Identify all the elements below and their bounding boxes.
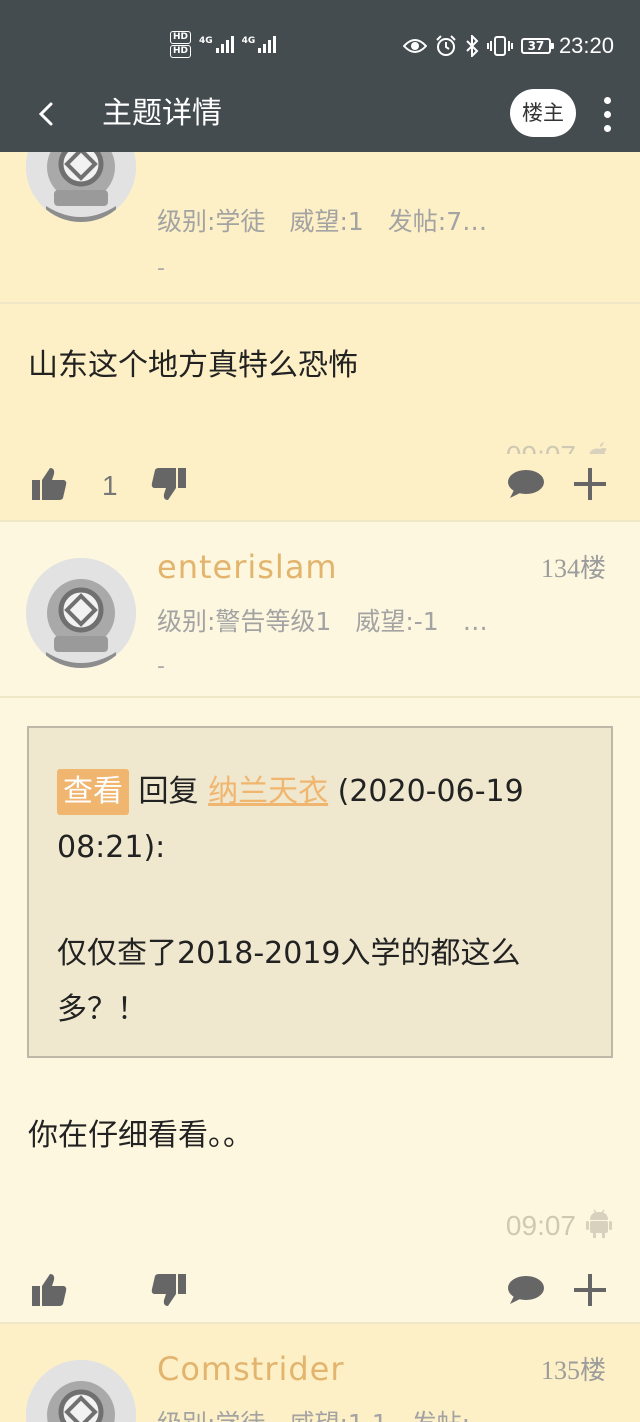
signal-icon-sim2: 4G	[241, 35, 277, 53]
post-actions: 1	[0, 454, 640, 520]
post-item: Comstrider 135楼 级别:学徒 威望:1.1 发帖:…	[0, 1322, 640, 1422]
meta-post-count: 发帖:…	[412, 1409, 495, 1422]
network-type-1: 4G	[199, 35, 213, 46]
author-name[interactable]: enterislam	[157, 548, 338, 586]
divider	[0, 520, 640, 522]
more-dot-icon	[603, 110, 611, 118]
reply-user-link[interactable]: 纳兰天衣	[208, 774, 328, 809]
avatar[interactable]	[26, 152, 136, 222]
post-body: 山东这个地方真特么恐怖	[28, 348, 358, 383]
quoted-text: 仅仅查了2018-2019入学的都这么多？！	[57, 936, 521, 1027]
divider	[0, 1322, 640, 1324]
divider	[0, 302, 640, 304]
user-meta: 级别:学徒 威望:1.1 发帖:…	[157, 1404, 495, 1422]
op-only-button[interactable]: 楼主	[510, 89, 576, 137]
hd-badge-sim1: HD	[170, 30, 192, 44]
user-meta: 级别:警告等级1 威望:-1 …	[157, 602, 488, 638]
add-button[interactable]	[572, 466, 608, 506]
divider	[0, 696, 640, 698]
comment-bubble-icon	[508, 1276, 544, 1304]
view-quote-button[interactable]: 查看	[57, 769, 129, 815]
more-dot-icon	[603, 96, 611, 104]
thumbs-up-icon	[32, 1274, 67, 1306]
post-time: 09:07	[505, 1210, 576, 1241]
post-body: 你在仔细看看。。	[28, 1118, 253, 1153]
comment-button[interactable]	[506, 468, 546, 504]
plus-icon	[574, 1274, 606, 1306]
floor-number: 134楼	[540, 554, 606, 583]
meta-level: 级别:学徒	[157, 207, 266, 236]
signal-icon-sim1: 4G	[199, 35, 234, 53]
user-meta: 级别:学徒 威望:1 发帖:7…	[157, 202, 487, 238]
alarm-icon	[435, 35, 457, 57]
status-bar: HD HD 4G 4G 37 23:20	[0, 0, 640, 76]
hd-badges: HD HD	[170, 30, 192, 58]
like-button[interactable]	[30, 466, 68, 506]
meta-level: 级别:警告等级1	[157, 607, 332, 636]
dislike-button[interactable]	[150, 466, 188, 506]
quote-header: 查看 回复 纳兰天衣 (2020-06-19 08:21):	[57, 764, 597, 876]
chevron-left-icon	[38, 102, 53, 126]
meta-level: 级别:学徒	[157, 1409, 265, 1422]
bluetooth-icon	[465, 35, 479, 57]
battery-icon: 37	[520, 38, 554, 54]
thumbs-up-icon	[32, 468, 67, 500]
post-item: enterislam 134楼 级别:警告等级1 威望:-1 … - 查看 回复 纳…	[0, 520, 640, 1322]
thumbs-down-icon	[151, 1274, 186, 1306]
hd-badge-sim2: HD	[170, 44, 192, 58]
meta-post-count: 发帖:7…	[387, 207, 488, 236]
meta-more: …	[462, 607, 488, 636]
back-button[interactable]	[22, 90, 70, 138]
plus-icon	[574, 468, 606, 500]
vibrate-icon	[486, 35, 513, 57]
add-button[interactable]	[572, 1272, 608, 1312]
diving-helmet-icon	[26, 152, 136, 222]
diving-helmet-icon	[26, 558, 136, 668]
meta-prestige: 威望:1	[289, 207, 364, 236]
thumbs-down-icon	[151, 468, 186, 500]
clock: 23:20	[558, 33, 614, 58]
eye-icon	[402, 37, 427, 55]
more-dot-icon	[603, 124, 611, 132]
comment-bubble-icon	[508, 470, 544, 498]
meta-prestige: 威望:-1	[355, 607, 439, 636]
signature-placeholder: -	[157, 654, 165, 679]
quote-block: 查看 回复 纳兰天衣 (2020-06-19 08:21): 仅仅查了2018-…	[27, 726, 613, 1058]
more-menu-button[interactable]	[592, 90, 622, 138]
comment-button[interactable]	[506, 1274, 546, 1310]
like-button[interactable]	[30, 1272, 68, 1312]
app-bar: 主题详情 楼主	[0, 76, 640, 152]
avatar[interactable]	[26, 1360, 136, 1422]
android-icon	[586, 1208, 612, 1242]
page-title: 主题详情	[102, 96, 222, 131]
battery-level: 37	[527, 39, 545, 53]
like-count: 1	[102, 470, 118, 501]
network-type-2: 4G	[241, 35, 256, 46]
post-actions	[0, 1258, 640, 1322]
post-list[interactable]: 级别:学徒威望:1发帖:7… - 山东这个地方真特么恐怖 09:07 1	[0, 152, 640, 1422]
author-name[interactable]: Comstrider	[157, 1350, 345, 1388]
system-icons: 37 23:20	[402, 30, 614, 62]
signal-indicators: HD HD 4G 4G	[170, 28, 277, 60]
reply-word: 回复	[138, 774, 199, 809]
diving-helmet-icon	[26, 1360, 136, 1422]
floor-number: 135楼	[540, 1356, 606, 1385]
dislike-button[interactable]	[150, 1272, 188, 1312]
signature-placeholder: -	[157, 256, 165, 281]
meta-prestige: 威望:1.1	[289, 1409, 387, 1422]
avatar[interactable]	[26, 558, 136, 668]
